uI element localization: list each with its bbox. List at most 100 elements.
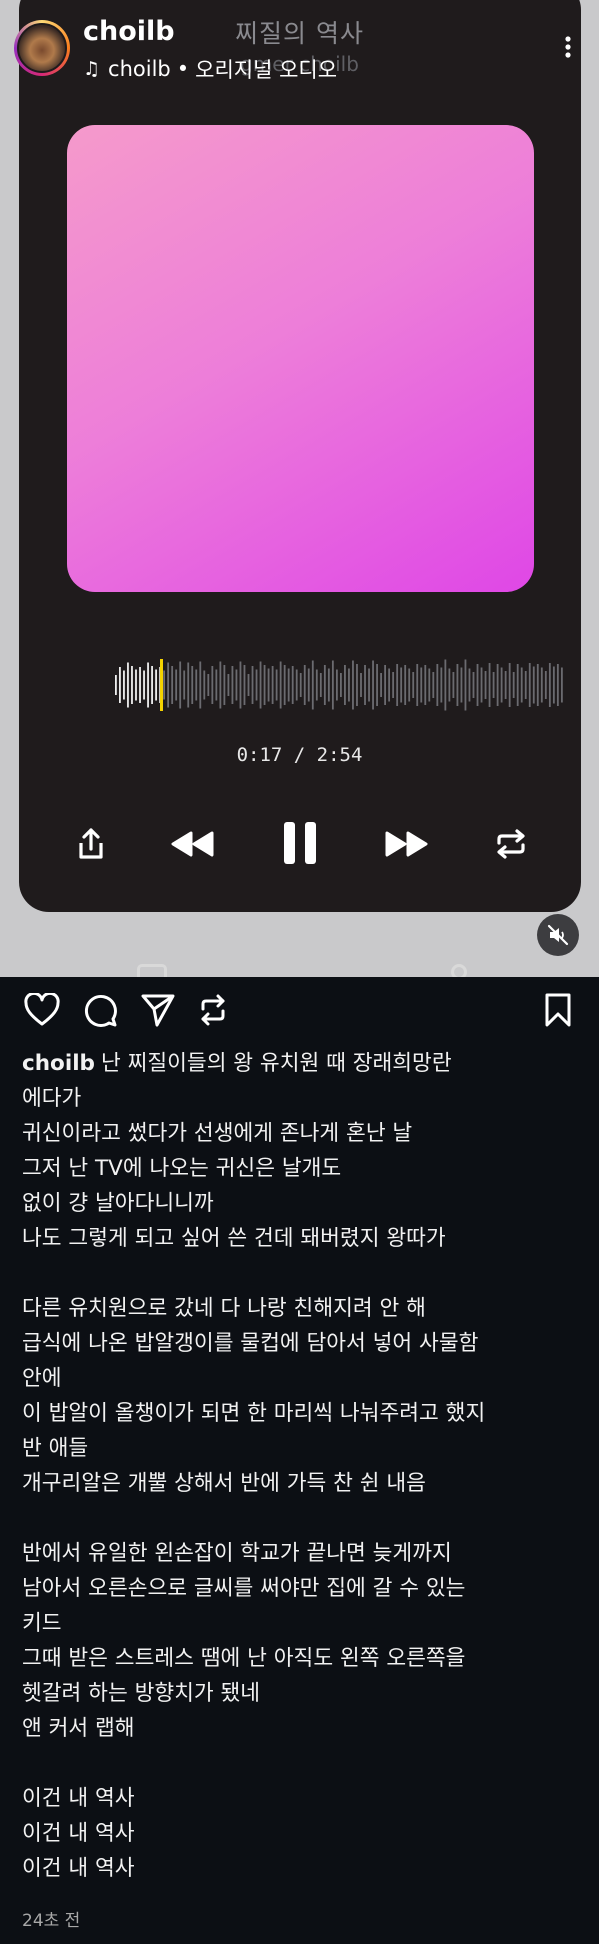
- waveform-bar: [372, 660, 374, 710]
- caption-line: 개구리알은 개뿔 상해서 반에 가득 찬 쉰 내음: [22, 1466, 582, 1501]
- waveform-bar: [440, 667, 443, 703]
- waveform-bar: [195, 669, 198, 701]
- caption-text: 다른 유치원으로 갔네 다 나랑 친해지려 안 해: [22, 1296, 426, 1321]
- fast-forward-icon[interactable]: [381, 826, 431, 862]
- pause-icon[interactable]: [278, 818, 322, 868]
- post-username[interactable]: choilb: [83, 16, 175, 47]
- waveform-bar: [123, 670, 125, 700]
- caption-line: [22, 1746, 582, 1781]
- caption-text: 반에서 유일한 왼손잡이 학교가 끝나면 늦게까지: [22, 1541, 452, 1566]
- audio-waveform[interactable]: [115, 655, 565, 715]
- more-vertical-icon[interactable]: [556, 30, 580, 64]
- waveform-bar: [239, 661, 242, 709]
- caption-line: 헷갈려 하는 방향치가 됐네: [22, 1676, 582, 1711]
- waveform-bar: [315, 669, 318, 701]
- waveform-bar: [287, 668, 290, 702]
- caption-text: 키드: [22, 1611, 62, 1636]
- playhead[interactable]: [160, 659, 163, 711]
- waveform-bar: [468, 668, 471, 702]
- waveform-bar: [552, 666, 555, 704]
- audio-attribution[interactable]: ♫ choilb • 오리지널 오디오: [83, 54, 337, 84]
- waveform-bar: [416, 664, 419, 706]
- waveform-bar: [175, 669, 178, 701]
- caption-line: 이 밥알이 올챙이가 되면 한 마리씩 나눠주려고 했지: [22, 1396, 582, 1431]
- waveform-bar: [231, 666, 234, 704]
- caption-username[interactable]: choilb: [22, 1051, 95, 1076]
- rewind-icon[interactable]: [168, 826, 218, 862]
- caption-line: 나도 그렇게 되고 싶어 쓴 건데 돼버렸지 왕따가: [22, 1221, 582, 1256]
- waveform-bar: [544, 671, 547, 699]
- caption-text: 남아서 오른손으로 글씨를 써야만 집에 갈 수 있는: [22, 1576, 466, 1601]
- waveform-bar: [215, 669, 218, 701]
- waveform-bar: [135, 669, 137, 701]
- action-bar: [0, 990, 599, 1034]
- waveform-bar: [171, 666, 174, 704]
- mute-button[interactable]: [537, 914, 579, 956]
- waveform-bar: [492, 672, 495, 698]
- waveform-bar: [376, 664, 378, 706]
- reel-media[interactable]: 찌질의 역사 gmer choilb choilb ♫ choilb • 오리지…: [0, 0, 599, 977]
- waveform-bar: [163, 670, 166, 700]
- caption-line: 에다가: [22, 1081, 582, 1116]
- waveform-bar: [528, 663, 531, 707]
- caption-text: 반 애들: [22, 1436, 89, 1461]
- hidden-overlay-icon-2: [451, 964, 467, 977]
- waveform-bar: [183, 670, 186, 700]
- waveform-bar: [303, 665, 306, 705]
- waveform-bar: [460, 667, 463, 703]
- waveform-bar: [404, 665, 407, 705]
- waveform-bar: [179, 661, 182, 709]
- share-icon[interactable]: [72, 824, 110, 864]
- waveform-bar: [227, 674, 230, 696]
- heart-icon[interactable]: [22, 990, 62, 1030]
- waveform-bar: [131, 666, 133, 704]
- waveform-bar: [500, 667, 503, 703]
- waveform-bar: [147, 662, 149, 708]
- waveform-bar: [368, 668, 370, 702]
- caption-line: 안에: [22, 1361, 582, 1396]
- avatar[interactable]: [17, 23, 67, 73]
- waveform-bar: [508, 663, 511, 707]
- remix-icon[interactable]: [193, 990, 233, 1030]
- comment-icon[interactable]: [80, 990, 120, 1030]
- caption-text: 이건 내 역사: [22, 1821, 135, 1846]
- waveform-bar: [364, 665, 366, 705]
- waveform-bar: [516, 664, 519, 706]
- waveform-bar: [275, 669, 278, 701]
- caption-text: 이건 내 역사: [22, 1786, 135, 1811]
- waveform-bar: [504, 671, 507, 699]
- caption-text: 에다가: [22, 1086, 82, 1111]
- waveform-bar: [191, 666, 194, 704]
- caption-line: 이건 내 역사: [22, 1816, 582, 1851]
- bookmark-icon[interactable]: [538, 990, 578, 1030]
- waveform-bar: [139, 667, 141, 703]
- waveform-bar: [424, 665, 427, 705]
- waveform-bar: [388, 668, 391, 702]
- waveform-bar: [155, 669, 157, 701]
- caption-line: [22, 1256, 582, 1291]
- album-art: [67, 125, 534, 592]
- story-ring[interactable]: [14, 20, 70, 76]
- waveform-bar: [464, 659, 467, 711]
- waveform-bar: [488, 663, 491, 707]
- caption-text: 안에: [22, 1366, 62, 1391]
- waveform-bar: [548, 663, 551, 707]
- waveform-bar: [251, 666, 254, 704]
- waveform-bar: [384, 665, 387, 705]
- repeat-icon[interactable]: [490, 826, 532, 862]
- waveform-bar: [151, 666, 153, 704]
- caption-text: 헷갈려 하는 방향치가 됐네: [22, 1681, 261, 1706]
- waveform-bar: [223, 665, 226, 705]
- waveform-bar: [295, 669, 298, 701]
- send-icon[interactable]: [138, 990, 178, 1030]
- waveform-bar: [307, 668, 310, 702]
- caption-line: 키드: [22, 1606, 582, 1641]
- waveform-bar: [392, 672, 395, 698]
- speaker-muted-icon: [547, 924, 569, 946]
- waveform-bar: [143, 670, 145, 700]
- waveform-bar: [319, 673, 322, 697]
- waveform-bar: [476, 664, 479, 706]
- music-note-icon: ♫: [83, 58, 101, 80]
- waveform-bar: [187, 662, 190, 708]
- caption-text: 개구리알은 개뿔 상해서 반에 가득 찬 쉰 내음: [22, 1471, 426, 1496]
